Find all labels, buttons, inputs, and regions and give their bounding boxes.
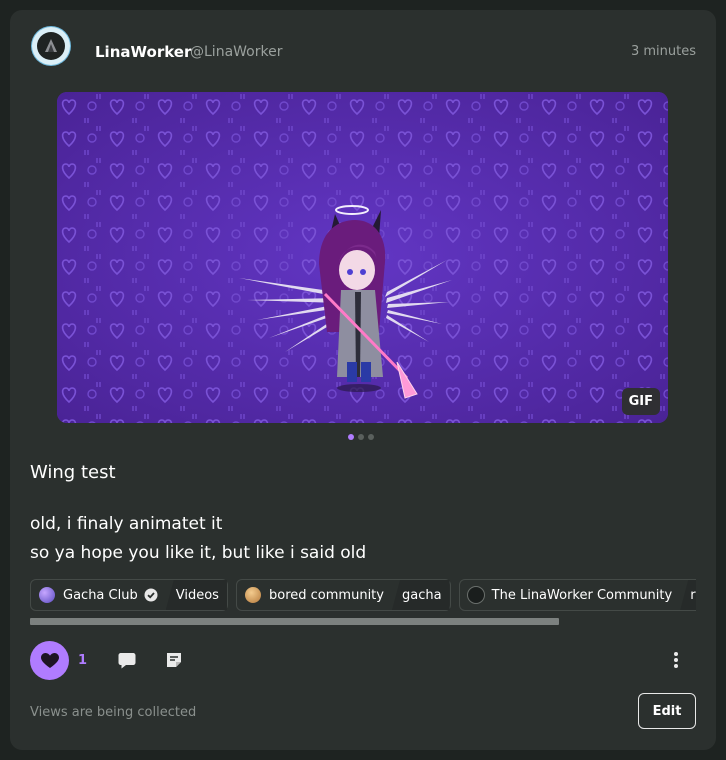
author-name[interactable]: LinaWorker — [95, 43, 191, 61]
gif-artwork — [57, 92, 668, 423]
tag-category-label: gacha — [401, 587, 442, 603]
gif-badge: GIF — [621, 388, 660, 415]
views-status: Views are being collected — [30, 705, 197, 720]
post-body-line: so ya hope you like it, but like i said … — [30, 543, 367, 563]
post-card: LinaWorker @LinaWorker 3 minutes GIF Win… — [10, 10, 716, 750]
carousel-dot[interactable] — [358, 434, 364, 440]
avatar-icon — [37, 32, 65, 60]
comment-icon — [118, 652, 136, 669]
like-count: 1 — [78, 653, 88, 668]
more-icon — [673, 651, 679, 669]
tag-linaworker-community[interactable]: The LinaWorker Community ra — [458, 579, 696, 611]
tags-scrollbar[interactable] — [30, 618, 559, 625]
verified-icon — [144, 588, 158, 602]
community-icon — [467, 587, 484, 603]
tag-category-label: ra — [690, 587, 696, 603]
tag-gacha-club[interactable]: Gacha Club Videos — [30, 579, 228, 611]
post-timestamp: 3 minutes — [630, 44, 696, 59]
community-tags: Gacha Club Videos bored community gacha … — [30, 579, 696, 611]
post-body: old, i finaly animatet it so ya hope you… — [30, 510, 366, 568]
post-body-line: old, i finaly animatet it — [30, 514, 223, 534]
community-icon — [39, 587, 55, 603]
comment-button[interactable] — [115, 648, 139, 672]
share-icon — [165, 651, 183, 669]
community-icon — [245, 587, 262, 603]
post-gif[interactable]: GIF — [57, 92, 668, 423]
tag-category-label: Videos — [175, 587, 219, 603]
post-title: Wing test — [30, 462, 116, 483]
tag-community-label: bored community — [269, 587, 384, 603]
more-options-button[interactable] — [664, 648, 688, 672]
carousel-dot[interactable] — [368, 434, 374, 440]
tag-bored-community[interactable]: bored community gacha — [236, 579, 451, 611]
carousel-dot-active[interactable] — [348, 434, 354, 440]
share-button[interactable] — [162, 648, 186, 672]
carousel-dots — [348, 434, 374, 440]
avatar[interactable] — [32, 27, 70, 65]
like-button[interactable] — [30, 641, 69, 680]
tag-community-label: Gacha Club — [63, 587, 138, 603]
edit-button[interactable]: Edit — [638, 693, 696, 729]
heart-icon — [40, 652, 59, 669]
author-handle: @LinaWorker — [190, 44, 283, 60]
tag-community-label: The LinaWorker Community — [491, 587, 673, 603]
